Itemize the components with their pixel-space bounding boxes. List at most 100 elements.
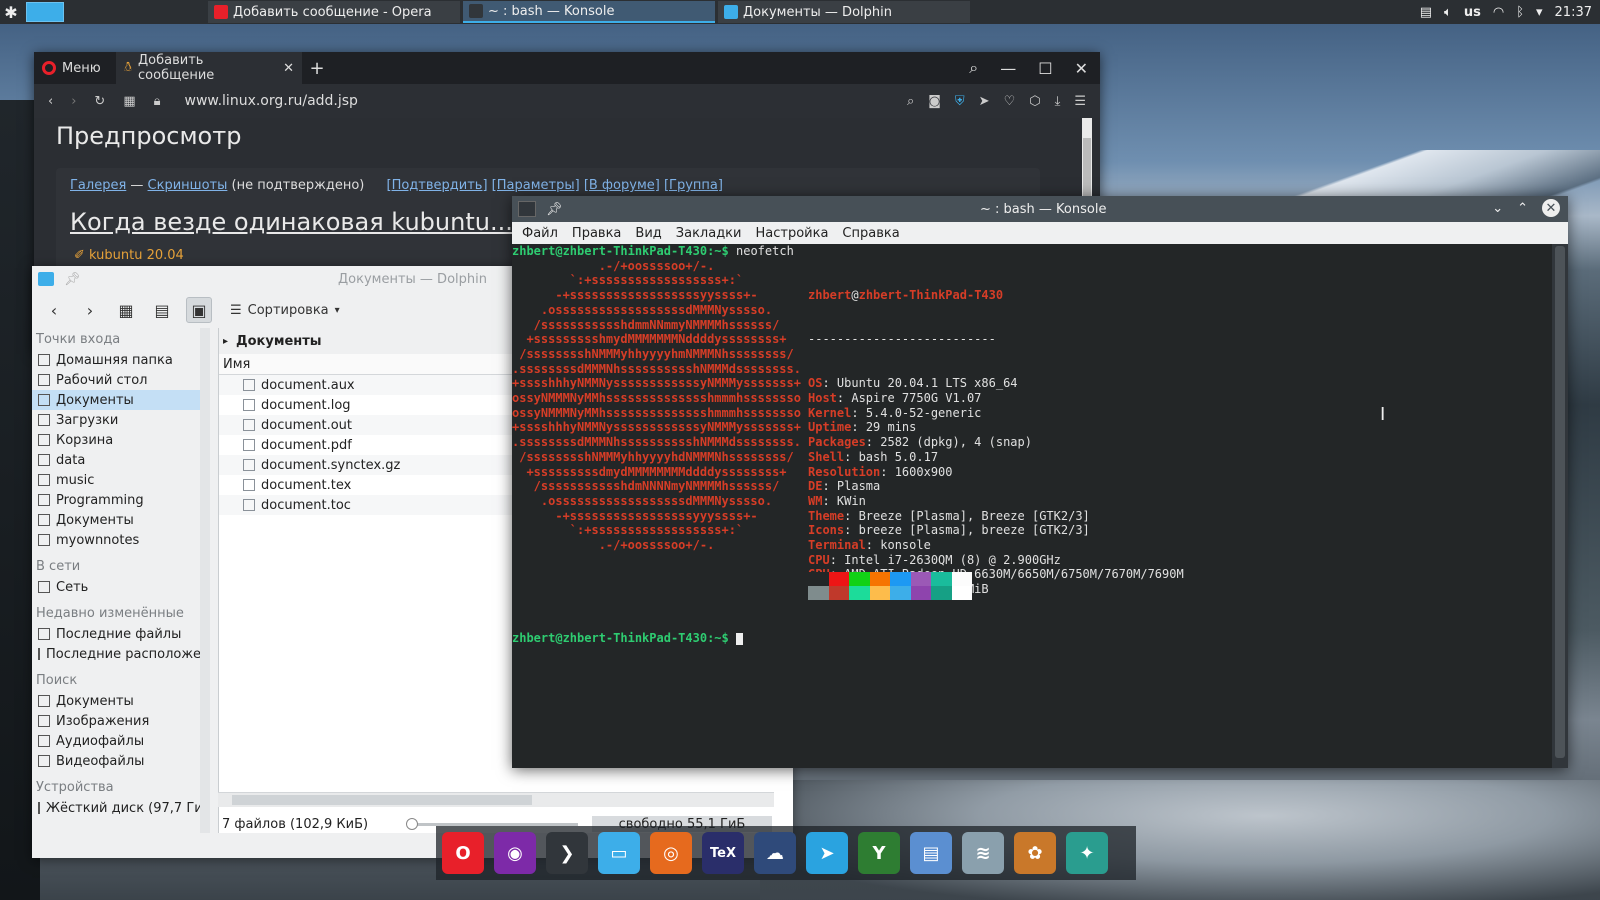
forward-icon[interactable]: › [78,298,102,322]
message-headline[interactable]: Когда везде одинаковая kubuntu... [70,208,513,236]
camera-icon[interactable]: ◎ [650,832,692,874]
places-item[interactable]: music [32,470,200,490]
task-button[interactable]: ~ : bash — Konsole [463,1,715,23]
terminal-scrollbar[interactable] [1552,244,1568,768]
volume-icon[interactable]: 🔈︎ [1444,5,1452,20]
gallery-link[interactable]: Галерея [70,178,126,193]
close-window-icon[interactable]: ✕ [1075,59,1088,78]
opera-icon[interactable]: O [442,832,484,874]
compact-view-icon[interactable]: ▤ [150,298,174,322]
minimize-icon[interactable]: ⌄ [1492,201,1503,216]
places-item[interactable]: data [32,450,200,470]
keyboard-layout[interactable]: us [1464,5,1481,20]
places-item[interactable]: Документы [32,390,200,410]
url-field[interactable]: www.linux.org.ru/add.jsp [185,93,358,109]
places-item[interactable]: Последние файлы [32,624,200,644]
color-swatch [828,572,849,586]
opera-tab[interactable]: 🐧︎ Добавить сообщение ✕ [116,52,302,84]
group-link[interactable]: [Группа] [664,178,723,193]
extensions-icon[interactable]: ⬡ [1029,94,1040,109]
task-button[interactable]: Документы — Dolphin [718,1,970,23]
notes-icon[interactable]: ▤ [910,832,952,874]
kde-launcher-icon[interactable]: ✱ [0,0,22,24]
search-tabs-icon[interactable]: ⌕ [969,58,978,78]
color-swatch [849,586,870,600]
places-item[interactable]: Документы [32,510,200,530]
minimize-icon[interactable]: — [1000,59,1016,78]
new-tab-button[interactable]: + [302,58,332,79]
maximize-icon[interactable]: ⌃ [1517,201,1528,216]
places-item[interactable]: Сеть [32,577,200,597]
task-button[interactable]: Добавить сообщение - Opera [208,1,460,23]
menu-item[interactable]: Файл [522,226,558,241]
places-item[interactable]: Домашняя папка [32,350,200,370]
places-item[interactable]: Programming [32,490,200,510]
vpn-shield-icon[interactable]: ⛨ [955,94,965,109]
tab-close-icon[interactable]: ✕ [283,61,294,76]
pin-icon[interactable]: 📌︎ [64,272,81,287]
back-icon[interactable]: ‹ [48,94,53,109]
places-section-header: Точки входа [36,332,121,347]
clock[interactable]: 21:37 [1555,5,1592,20]
nextcloud-icon[interactable]: ☁ [754,832,796,874]
dolphin-icon[interactable]: ▭ [598,832,640,874]
place-icon [38,374,50,386]
konsole-titlebar[interactable]: 📌︎ ~ : bash — Konsole ⌄ ⌃ ✕ [512,196,1568,222]
network-icon[interactable]: ≋ [962,832,1004,874]
speed-dial-icon[interactable]: ▦ [123,94,135,109]
places-item[interactable]: myownnotes [32,530,200,550]
download-icon[interactable]: ⤓ [1055,94,1061,109]
keyman-icon[interactable]: Y [858,832,900,874]
kdeconnect-icon[interactable]: ✦ [1066,832,1108,874]
places-item[interactable]: Последние расположен [32,644,200,664]
podcast-icon[interactable]: ◉ [494,832,536,874]
menu-item[interactable]: Правка [572,226,621,241]
forward-icon[interactable]: › [71,94,76,109]
menu-item[interactable]: Справка [842,226,899,241]
places-item[interactable]: Документы [32,691,200,711]
places-item[interactable]: Видеофайлы [32,751,200,771]
places-scrollbar[interactable] [200,328,210,833]
send-icon[interactable]: ➤ [979,94,990,109]
bluetooth-icon[interactable]: ᛒ [1516,5,1524,20]
clipboard-icon[interactable]: ▤ [1420,5,1432,20]
terminal-output[interactable]: zhbert@zhbert-ThinkPad-T430:~$ neofetch … [512,244,1552,768]
pin-icon[interactable]: 📌︎ [546,202,563,217]
tray-expand-icon[interactable]: ▾ [1536,5,1543,20]
close-window-icon[interactable]: ✕ [1542,199,1560,217]
places-item[interactable]: Изображения [32,711,200,731]
file-hscrollbar[interactable] [218,792,774,807]
menu-item[interactable]: Закладки [676,226,742,241]
color-picker-icon[interactable]: ✿ [1014,832,1056,874]
top-panel: ✱ Добавить сообщение - Opera ~ : bash — K… [0,0,1600,24]
places-item[interactable]: Корзина [32,430,200,450]
places-item[interactable]: Рабочий стол [32,370,200,390]
back-icon[interactable]: ‹ [42,298,66,322]
virtual-desktop-pager[interactable] [26,2,64,22]
message-tag[interactable]: ✐ kubuntu 20.04 [74,248,184,263]
confirm-link[interactable]: [Подтвердить] [387,178,488,193]
heart-icon[interactable]: ♡ [1004,94,1016,109]
screenshots-link[interactable]: Скриншоты [148,178,228,193]
menu-item[interactable]: Вид [635,226,661,241]
texstudio-icon[interactable]: TeX [702,832,744,874]
forum-link[interactable]: [В форуме] [584,178,660,193]
zoom-icon[interactable]: ⌕ [907,94,914,109]
maximize-icon[interactable]: ☐ [1038,59,1052,78]
snapshot-icon[interactable]: ◙ [928,94,941,109]
places-item[interactable]: Аудиофайлы [32,731,200,751]
params-link[interactable]: [Параметры] [492,178,580,193]
reload-icon[interactable]: ↻ [94,94,105,109]
icons-view-icon[interactable]: ▦ [114,298,138,322]
color-swatch [931,586,952,600]
wifi-icon[interactable]: ◠ [1493,5,1504,20]
details-view-icon[interactable]: ▣ [186,297,212,323]
konsole-icon[interactable]: ❯ [546,832,588,874]
sort-button[interactable]: ☰ Сортировка ▾ [230,303,340,318]
opera-menu-button[interactable]: Меню [34,52,116,84]
menu-item[interactable]: Настройка [755,226,828,241]
places-item[interactable]: Загрузки [32,410,200,430]
places-item[interactable]: Жёсткий диск (97,7 ГиБ) [32,798,200,818]
telegram-icon[interactable]: ➤ [806,832,848,874]
easy-setup-icon[interactable]: ☰ [1074,94,1086,109]
